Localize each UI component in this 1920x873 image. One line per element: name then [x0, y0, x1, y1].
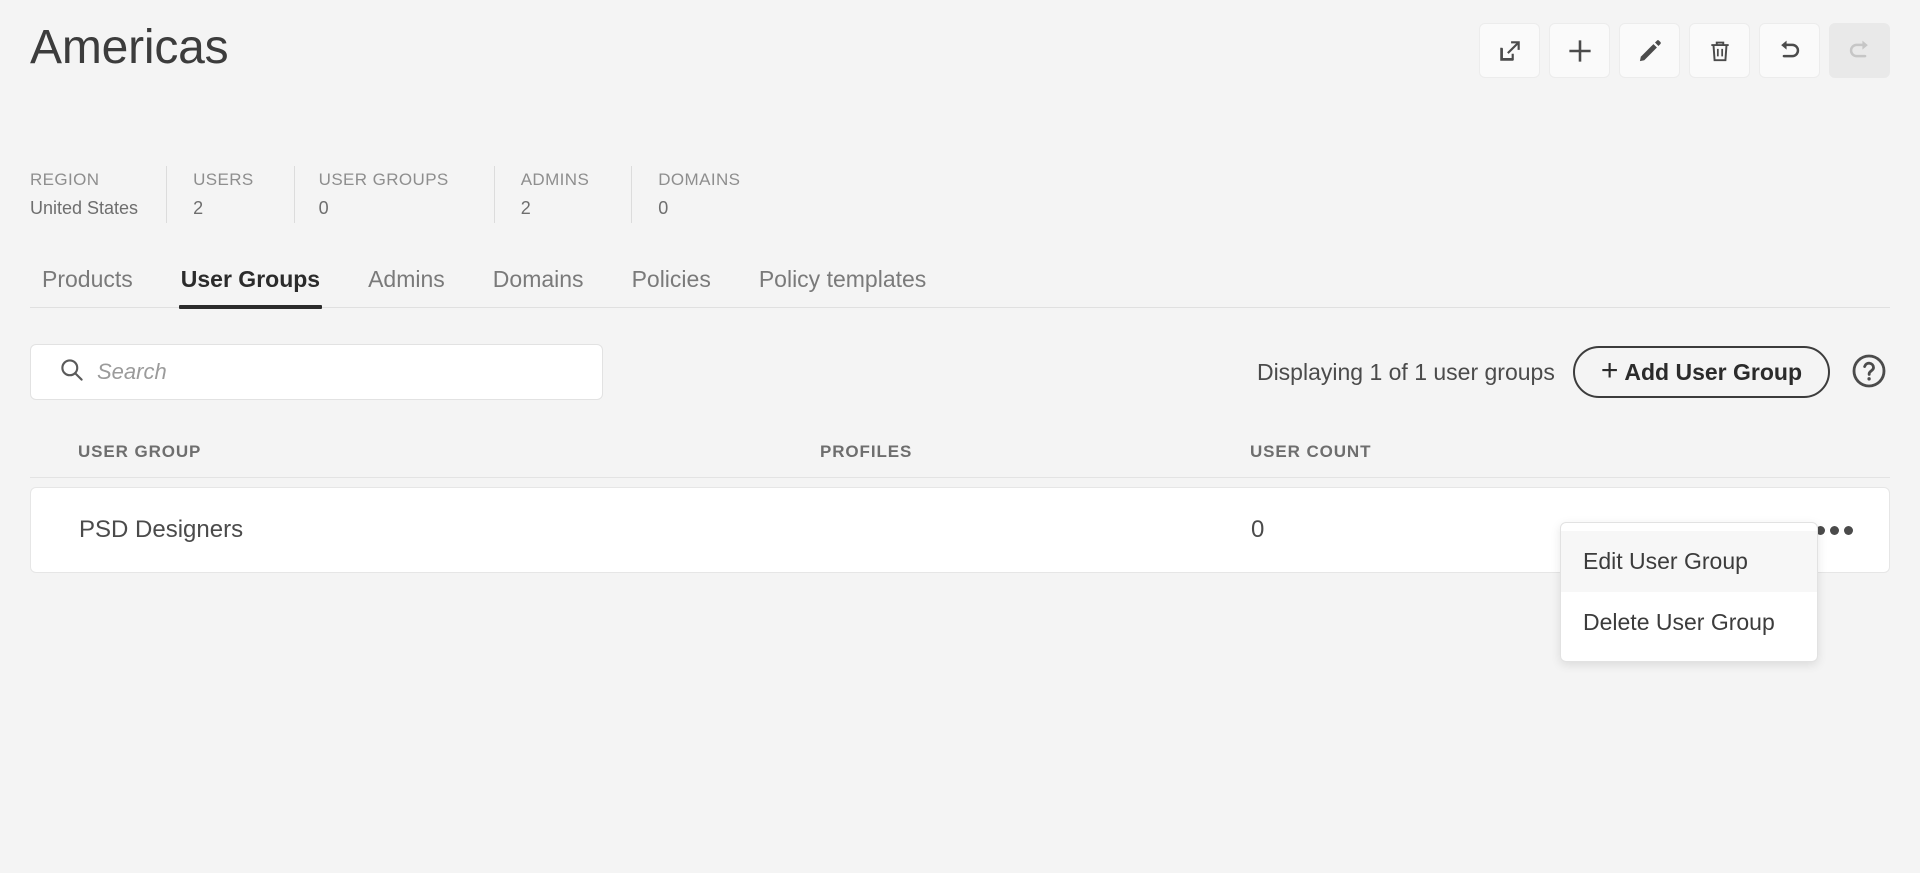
- trash-icon: [1707, 38, 1733, 64]
- row-context-menu: Edit User Group Delete User Group: [1560, 522, 1818, 662]
- displaying-count: Displaying 1 of 1 user groups: [1256, 358, 1555, 385]
- add-user-group-button[interactable]: + Add User Group: [1572, 346, 1830, 398]
- kebab-dot: [1830, 525, 1839, 535]
- redo-icon: [1846, 37, 1873, 64]
- stat-value: United States: [30, 198, 139, 219]
- stat-value: 0: [658, 198, 669, 219]
- column-header-user-count: USER COUNT: [1250, 441, 1372, 461]
- page-header: Americas: [30, 0, 1890, 120]
- stat-label: USER GROUPS: [318, 170, 449, 189]
- question-circle-icon: [1849, 351, 1889, 394]
- tab-policies[interactable]: Policies: [608, 268, 735, 307]
- stat-label: USERS: [193, 170, 254, 189]
- stat-value: 2: [193, 198, 204, 219]
- tab-domains[interactable]: Domains: [469, 268, 608, 307]
- tab-bar: Products User Groups Admins Domains Poli…: [30, 250, 1890, 309]
- help-button[interactable]: [1848, 351, 1890, 393]
- controls-bar: Displaying 1 of 1 user groups + Add User…: [30, 344, 1890, 400]
- undo-icon: [1776, 37, 1803, 64]
- table-header-row: USER GROUP PROFILES USER COUNT: [30, 426, 1890, 478]
- page-root: Americas REGION United States USERS 2 US…: [0, 0, 1920, 873]
- undo-button[interactable]: [1759, 23, 1820, 78]
- controls-right: Displaying 1 of 1 user groups + Add User…: [1257, 346, 1890, 398]
- stat-admins: ADMINS 2: [495, 166, 633, 223]
- add-button[interactable]: [1549, 23, 1610, 78]
- plus-icon: +: [1600, 354, 1619, 387]
- column-header-profiles: PROFILES: [820, 441, 913, 461]
- stat-label: REGION: [30, 170, 100, 189]
- export-button[interactable]: [1479, 23, 1540, 78]
- menu-item-delete-user-group[interactable]: Delete User Group: [1561, 592, 1817, 653]
- stat-users: USERS 2: [167, 166, 295, 223]
- tab-admins[interactable]: Admins: [344, 268, 469, 307]
- menu-item-edit-user-group[interactable]: Edit User Group: [1561, 531, 1817, 592]
- stat-value: 0: [318, 198, 329, 219]
- stat-value: 2: [520, 198, 531, 219]
- pencil-icon: [1637, 38, 1663, 64]
- column-header-user-group: USER GROUP: [78, 441, 202, 461]
- stat-user-groups: USER GROUPS 0: [295, 166, 495, 223]
- user-groups-table: USER GROUP PROFILES USER COUNT PSD Desig…: [30, 426, 1890, 662]
- tab-user-groups[interactable]: User Groups: [157, 268, 344, 309]
- edit-button[interactable]: [1619, 23, 1680, 78]
- search-input[interactable]: [30, 344, 603, 400]
- redo-button: [1829, 23, 1890, 78]
- page-title: Americas: [30, 21, 229, 74]
- kebab-dot: [1844, 525, 1853, 535]
- stat-label: ADMINS: [520, 170, 590, 189]
- stat-domains: DOMAINS 0: [632, 166, 764, 223]
- tab-products[interactable]: Products: [30, 268, 157, 307]
- search-container: [30, 344, 603, 400]
- stat-region: REGION United States: [30, 166, 168, 223]
- stats-bar: REGION United States USERS 2 USER GROUPS…: [30, 166, 1890, 224]
- cell-user-group: PSD Designers: [79, 516, 244, 543]
- header-toolbar: [1479, 23, 1890, 78]
- plus-icon: [1566, 37, 1594, 65]
- delete-button[interactable]: [1689, 23, 1750, 78]
- tab-policy-templates[interactable]: Policy templates: [735, 268, 950, 307]
- export-icon: [1497, 38, 1523, 64]
- add-user-group-label: Add User Group: [1624, 358, 1802, 385]
- stat-label: DOMAINS: [658, 170, 741, 189]
